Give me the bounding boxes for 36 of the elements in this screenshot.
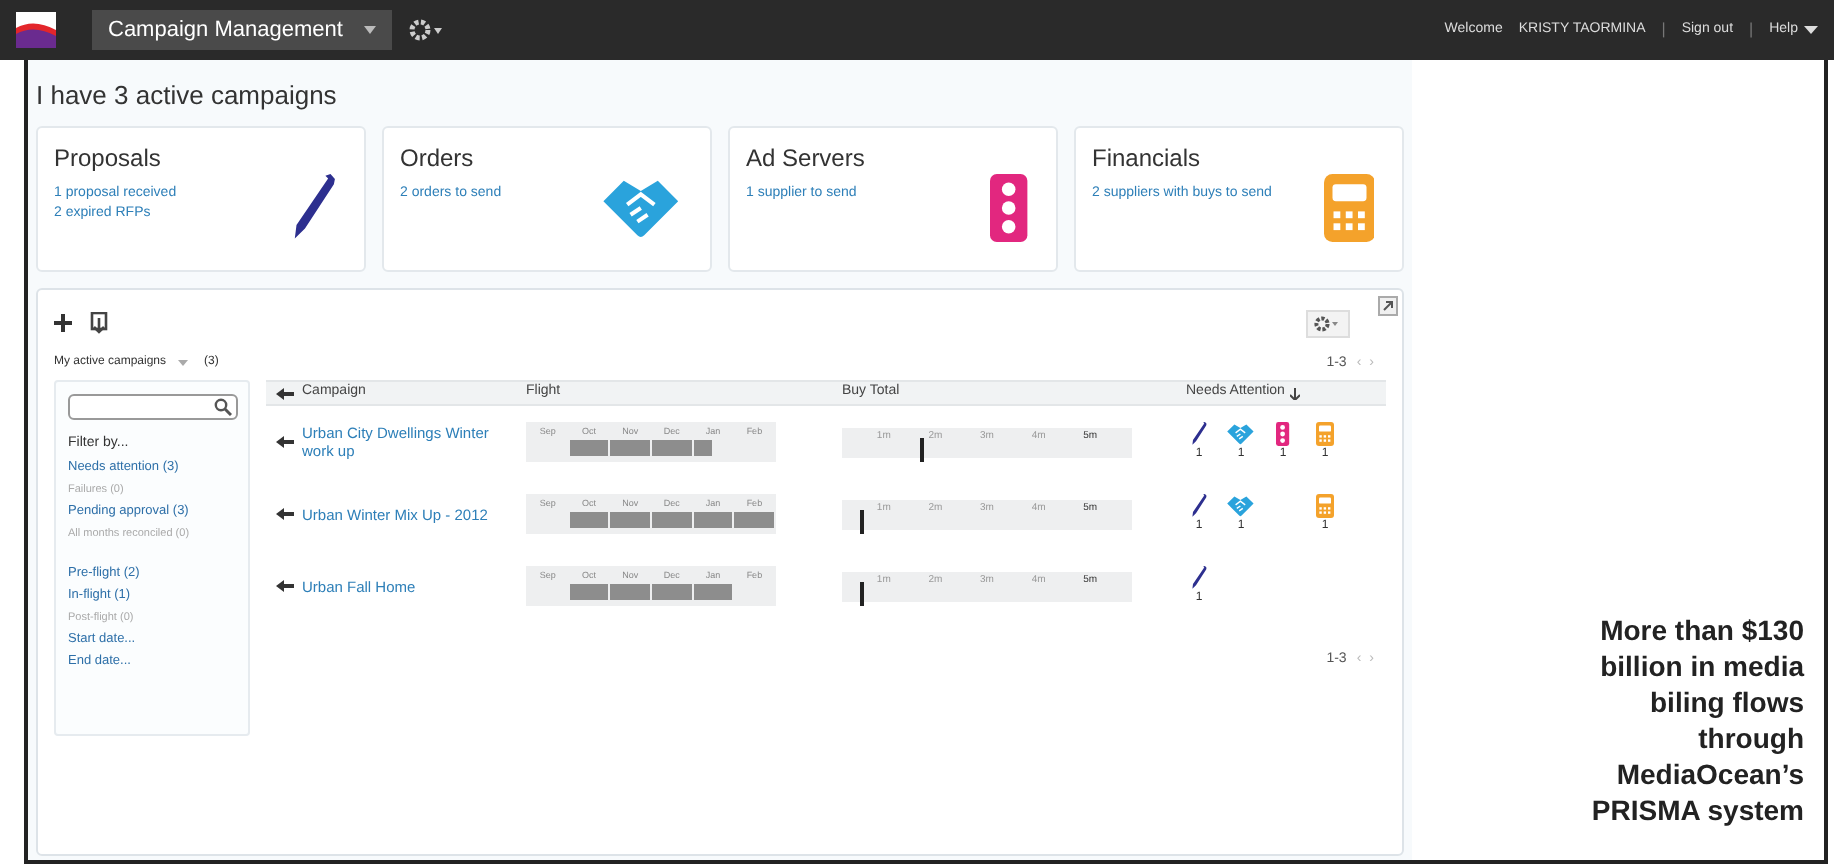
- settings-icon: [1314, 315, 1342, 331]
- settings-button[interactable]: [1306, 309, 1350, 337]
- arrow-icon[interactable]: [275, 436, 293, 448]
- logo-icon: [16, 12, 56, 48]
- card-title: Orders: [400, 141, 476, 175]
- calculator-icon: [1316, 494, 1334, 518]
- card-title: Ad Servers: [746, 141, 865, 175]
- caret-icon: [364, 26, 376, 34]
- search-field[interactable]: [68, 394, 238, 420]
- pen-icon: [1190, 494, 1208, 518]
- caret-icon: [1804, 26, 1818, 34]
- card-title: Proposals: [54, 141, 163, 175]
- traffic-light-icon: [1276, 422, 1290, 446]
- search-icon: [214, 398, 232, 416]
- separator: |: [1749, 18, 1754, 42]
- arrow-icon[interactable]: [275, 580, 293, 592]
- handshake-icon: [1226, 494, 1256, 518]
- settings-icon[interactable]: [408, 18, 444, 42]
- arrow-icon[interactable]: [275, 508, 293, 520]
- expand-icon[interactable]: [1378, 295, 1398, 315]
- arrow-icon[interactable]: [275, 387, 293, 399]
- calculator-icon: [1323, 174, 1374, 242]
- traffic-light-icon: [990, 174, 1028, 242]
- pen-icon: [1190, 566, 1208, 590]
- calculator-icon: [1316, 422, 1334, 446]
- page-title: I have 3 active campaigns: [36, 78, 339, 114]
- add-icon[interactable]: [54, 314, 72, 332]
- caret-icon: [178, 360, 189, 367]
- card-title: Financials: [1092, 141, 1203, 175]
- sort-icon: [1290, 387, 1301, 399]
- caption-text: More than $130 billion in media biling flows through MediaOcean’s PRISMA system: [1589, 612, 1804, 828]
- app-menu[interactable]: Campaign Management: [92, 10, 392, 50]
- separator: |: [1661, 18, 1666, 42]
- download-icon[interactable]: [88, 312, 110, 334]
- pen-icon: [1190, 422, 1208, 446]
- handshake-icon: [1226, 422, 1256, 446]
